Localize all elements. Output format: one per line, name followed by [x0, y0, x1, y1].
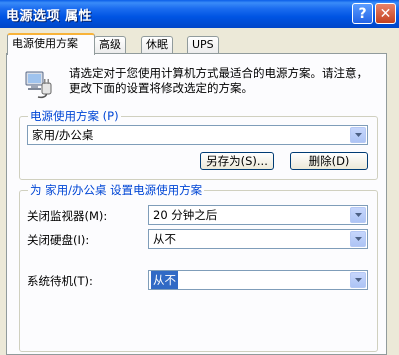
standby-value: 从不	[151, 271, 178, 289]
tab-advanced[interactable]: 高级	[94, 36, 126, 53]
tab-label: UPS	[192, 38, 214, 51]
monitor-off-value: 20 分钟之后	[153, 208, 218, 222]
power-scheme-select[interactable]: 家用/办公桌	[27, 125, 368, 145]
delete-button[interactable]: 删除(D)	[290, 152, 368, 170]
close-button[interactable]: ✕	[375, 3, 396, 24]
tab-label: 电源使用方案	[12, 37, 78, 50]
title-bar[interactable]: 电源选项 属性 ? ✕	[0, 0, 399, 28]
chevron-down-icon[interactable]	[350, 207, 366, 223]
chevron-down-icon[interactable]	[350, 231, 366, 247]
power-scheme-value: 家用/办公桌	[32, 128, 94, 142]
monitor-off-label: 关闭监视器(M):	[27, 209, 108, 223]
power-scheme-group: 电源使用方案 (P) 家用/办公桌 另存为(S)... 删除(D)	[19, 109, 378, 180]
standby-select[interactable]: 从不	[148, 270, 368, 290]
harddisk-off-select[interactable]: 从不	[148, 229, 368, 249]
tab-power-schemes[interactable]: 电源使用方案	[7, 33, 95, 55]
help-button[interactable]: ?	[352, 3, 373, 24]
tab-ups[interactable]: UPS	[187, 36, 219, 53]
chevron-down-icon[interactable]	[350, 272, 366, 288]
harddisk-off-value: 从不	[153, 232, 176, 246]
power-plug-computer-icon	[25, 71, 52, 99]
monitor-off-select[interactable]: 20 分钟之后	[148, 205, 368, 225]
power-scheme-group-label: 电源使用方案 (P)	[28, 109, 121, 123]
scheme-settings-group-label: 为 家用/办公桌 设置电源使用方案	[28, 183, 205, 197]
window-title: 电源选项 属性	[6, 9, 93, 24]
intro-description: 请选定对于您使用计算机方式最适合的电源方案。请注意，更改下面的设置将修改选定的方…	[69, 66, 368, 95]
standby-label: 系统待机(T):	[27, 274, 93, 288]
chevron-down-icon[interactable]	[350, 127, 366, 143]
tab-label: 高级	[99, 38, 121, 51]
tab-hibernate[interactable]: 休眠	[141, 36, 173, 53]
power-options-window: 电源选项 属性 ? ✕ 高级 休眠 UPS 电源使用方案 请选定对于您使用计算机…	[0, 0, 399, 355]
harddisk-off-label: 关闭硬盘(I):	[27, 233, 90, 247]
scheme-settings-group: 为 家用/办公桌 设置电源使用方案 关闭监视器(M): 20 分钟之后 关闭硬盘…	[19, 183, 378, 352]
tab-label: 休眠	[146, 38, 168, 51]
save-as-button[interactable]: 另存为(S)...	[200, 152, 274, 170]
power-schemes-pane: 请选定对于您使用计算机方式最适合的电源方案。请注意，更改下面的设置将修改选定的方…	[6, 53, 387, 355]
